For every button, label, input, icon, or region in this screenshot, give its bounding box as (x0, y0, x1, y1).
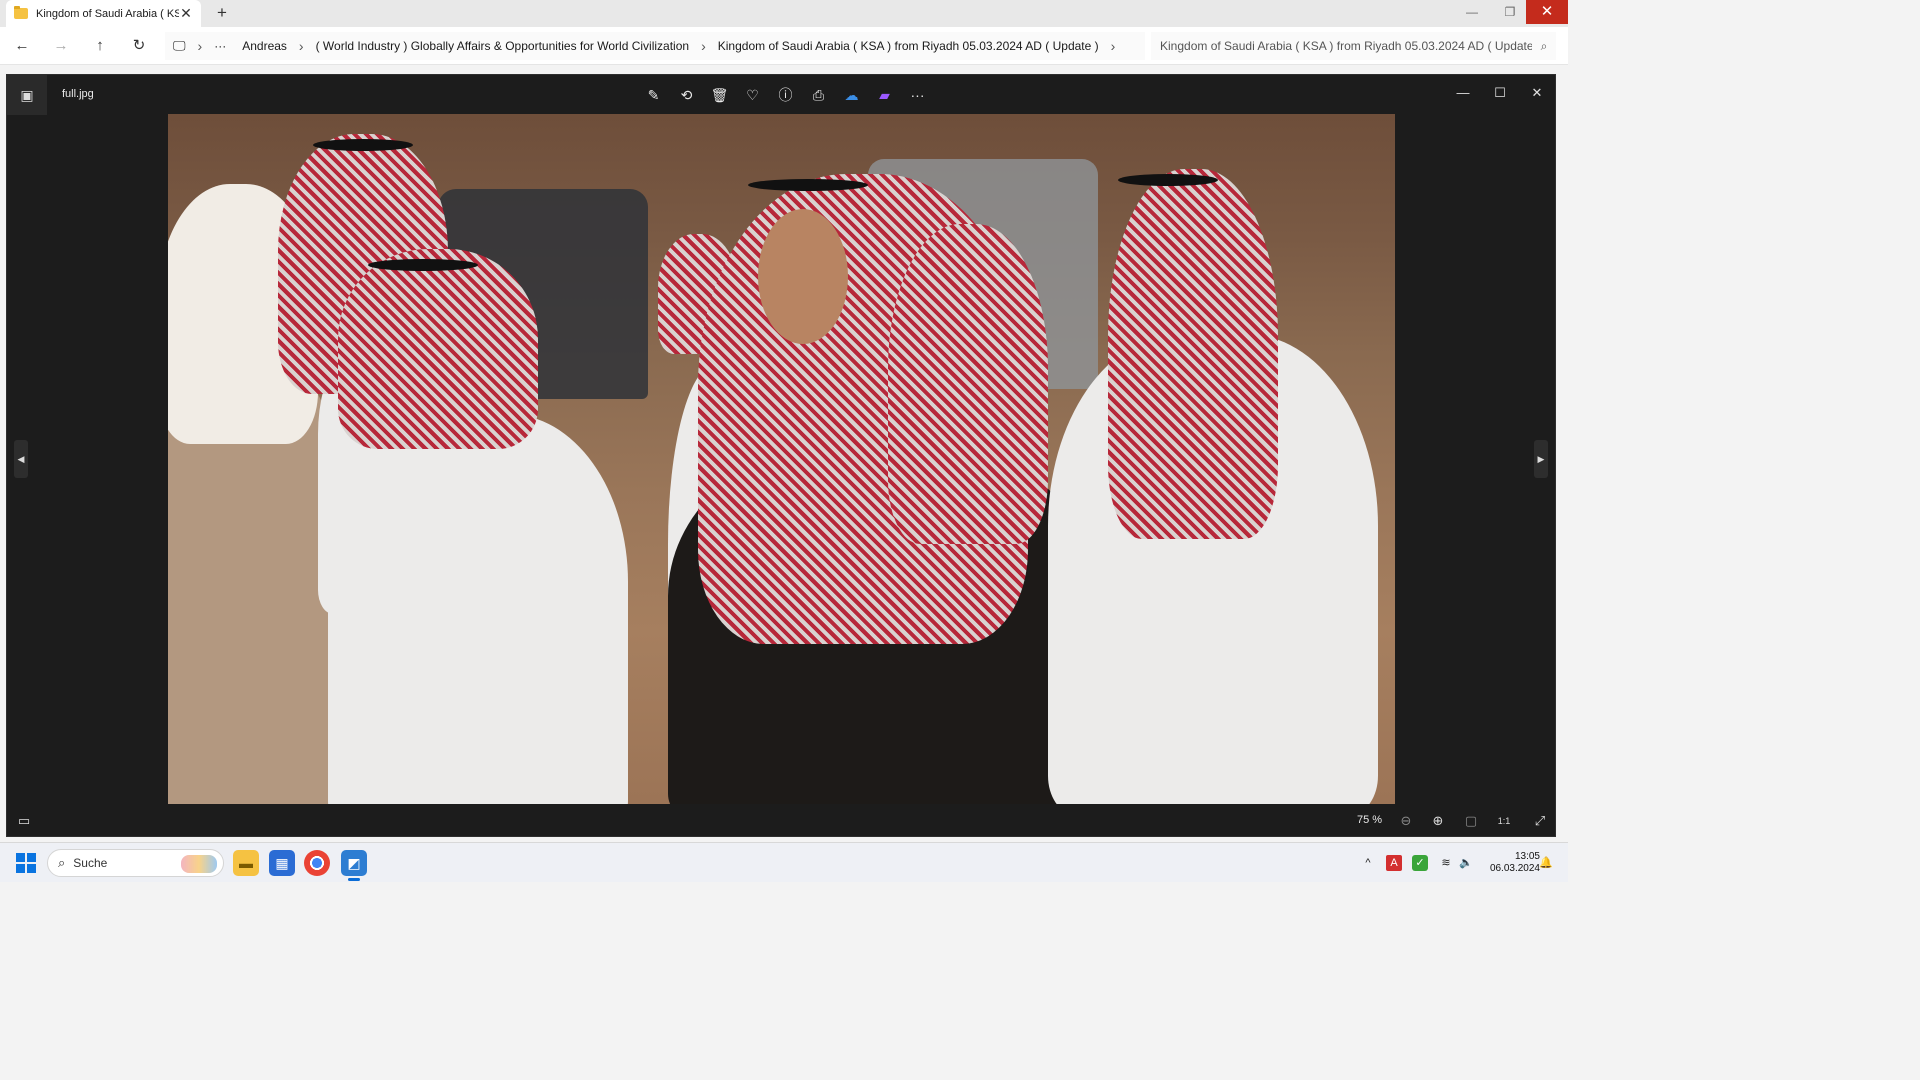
volume-icon[interactable]: 🔈 (1458, 855, 1474, 871)
breadcrumb-separator: › (1110, 38, 1116, 54)
tab-title: Kingdom of Saudi Arabia ( KSA (36, 7, 179, 20)
onedrive-icon[interactable]: ☁ (835, 83, 868, 107)
gallery-icon[interactable]: ▣ (7, 75, 47, 115)
agal (313, 139, 413, 151)
viewer-maximize-button[interactable]: ☐ (1481, 80, 1519, 106)
viewer-minimize-button[interactable]: — (1444, 80, 1482, 106)
up-button[interactable]: ↑ (90, 36, 110, 56)
minimize-button[interactable]: — (1452, 0, 1492, 24)
explorer-nav-bar: ← → ↑ ↻ 🖵 › ··· Andreas › ( World Indust… (0, 27, 1568, 65)
fit-to-window-icon[interactable]: ▢ (1460, 811, 1482, 831)
headscarf (1108, 169, 1278, 539)
search-icon[interactable]: ⌕ (1532, 39, 1556, 54)
start-button[interactable] (16, 853, 36, 873)
new-tab-button[interactable]: + (212, 3, 232, 23)
zoom-level[interactable]: 75 % (1357, 814, 1382, 826)
agal (748, 179, 868, 191)
headscarf (338, 249, 538, 449)
clipchamp-icon[interactable]: ▰ (868, 83, 901, 107)
info-icon[interactable]: ⓘ (769, 83, 802, 107)
refresh-button[interactable]: ↻ (129, 36, 149, 56)
taskbar-search[interactable]: ⌕ Suche (47, 849, 224, 877)
delete-icon[interactable]: 🗑 (703, 83, 736, 107)
breadcrumb-item-ksa[interactable]: Kingdom of Saudi Arabia ( KSA ) from Riy… (710, 39, 1107, 53)
clock-time: 13:05 (1514, 851, 1540, 862)
rotate-icon[interactable]: ⟲ (670, 83, 703, 107)
this-pc-icon[interactable]: 🖵 (173, 38, 194, 54)
search-highlight-icon (181, 855, 217, 873)
breadcrumb-item-andreas[interactable]: Andreas (234, 39, 295, 53)
security-tray-icon[interactable]: ✓ (1412, 855, 1428, 871)
breadcrumb-item-world-industry[interactable]: ( World Industry ) Globally Affairs & Op… (308, 39, 697, 53)
zoom-out-icon[interactable]: ⊖ (1395, 811, 1417, 831)
taskbar-search-placeholder: Suche (73, 856, 108, 870)
actual-size-icon[interactable]: 1:1 (1493, 811, 1515, 831)
explorer-tab[interactable]: Kingdom of Saudi Arabia ( KSA ✕ (6, 0, 201, 27)
agal (1118, 174, 1218, 186)
notification-icon[interactable]: 🔔 (1538, 855, 1554, 871)
search-query: Kingdom of Saudi Arabia ( KSA ) from Riy… (1160, 39, 1532, 53)
taskbar-clock[interactable]: 13:05 06.03.2024 (1478, 851, 1540, 875)
acrobat-tray-icon[interactable]: A (1386, 855, 1402, 871)
explorer-tab-strip: Kingdom of Saudi Arabia ( KSA ✕ + — ❐ ✕ (0, 0, 1568, 27)
photos-icon[interactable]: ◩ (341, 850, 367, 881)
tab-close-button[interactable]: ✕ (179, 5, 193, 22)
close-window-button[interactable]: ✕ (1526, 0, 1568, 24)
breadcrumb-more[interactable]: ··· (206, 39, 234, 53)
tray-overflow-icon[interactable]: ^ (1360, 855, 1376, 871)
filmstrip-icon[interactable]: ▭ (13, 811, 35, 831)
address-bar[interactable]: 🖵 › ··· Andreas › ( World Industry ) Glo… (165, 32, 1145, 60)
explorer-search-box[interactable]: Kingdom of Saudi Arabia ( KSA ) from Riy… (1151, 32, 1556, 60)
clock-date: 06.03.2024 (1489, 863, 1540, 874)
person-head (758, 209, 848, 344)
chrome-icon[interactable] (304, 850, 330, 876)
person-figure (328, 414, 628, 804)
breadcrumb-separator: › (701, 38, 706, 54)
more-icon[interactable]: ··· (901, 83, 934, 107)
taskbar: ⌕ Suche ▬ ▦ ◩ ^ A ✓ ≋ 🔈 13:05 06.03.2024… (0, 842, 1568, 882)
restore-button[interactable]: ❐ (1490, 0, 1530, 24)
viewer-filename: full.jpg (62, 88, 94, 100)
folder-icon (14, 6, 28, 19)
photos-viewer-window: ▣ full.jpg ✎ ⟲ 🗑 ♡ ⓘ ⎙ ☁ ▰ ··· — ☐ ✕ ◀ ▶ (6, 74, 1556, 837)
agal (368, 259, 478, 271)
zoom-in-icon[interactable]: ⊕ (1427, 811, 1449, 831)
viewer-toolbar: ✎ ⟲ 🗑 ♡ ⓘ ⎙ ☁ ▰ ··· (637, 83, 934, 107)
previous-image-button[interactable]: ◀ (14, 440, 28, 478)
forward-button[interactable]: → (51, 36, 71, 56)
edit-image-icon[interactable]: ✎ (637, 83, 670, 107)
file-explorer-icon[interactable]: ▬ (233, 850, 259, 876)
headscarf (888, 224, 1048, 544)
favorite-icon[interactable]: ♡ (736, 83, 769, 107)
viewer-title-bar: ▣ full.jpg ✎ ⟲ 🗑 ♡ ⓘ ⎙ ☁ ▰ ··· — ☐ ✕ (7, 75, 1555, 115)
viewer-close-button[interactable]: ✕ (1518, 80, 1556, 106)
displayed-photo (168, 114, 1395, 804)
store-icon[interactable]: ▦ (269, 850, 295, 876)
breadcrumb-separator: › (298, 38, 304, 54)
breadcrumb-separator: › (197, 38, 203, 54)
wifi-icon[interactable]: ≋ (1438, 855, 1454, 871)
fullscreen-icon[interactable]: ⤢ (1529, 811, 1551, 831)
back-button[interactable]: ← (12, 36, 32, 56)
print-icon[interactable]: ⎙ (802, 83, 835, 107)
viewer-bottom-bar: ▭ 75 % ⊖ ⊕ ▢ 1:1 ⤢ (7, 804, 1555, 838)
search-icon: ⌕ (58, 855, 66, 870)
windows-logo-icon (16, 853, 25, 862)
next-image-button[interactable]: ▶ (1534, 440, 1548, 478)
